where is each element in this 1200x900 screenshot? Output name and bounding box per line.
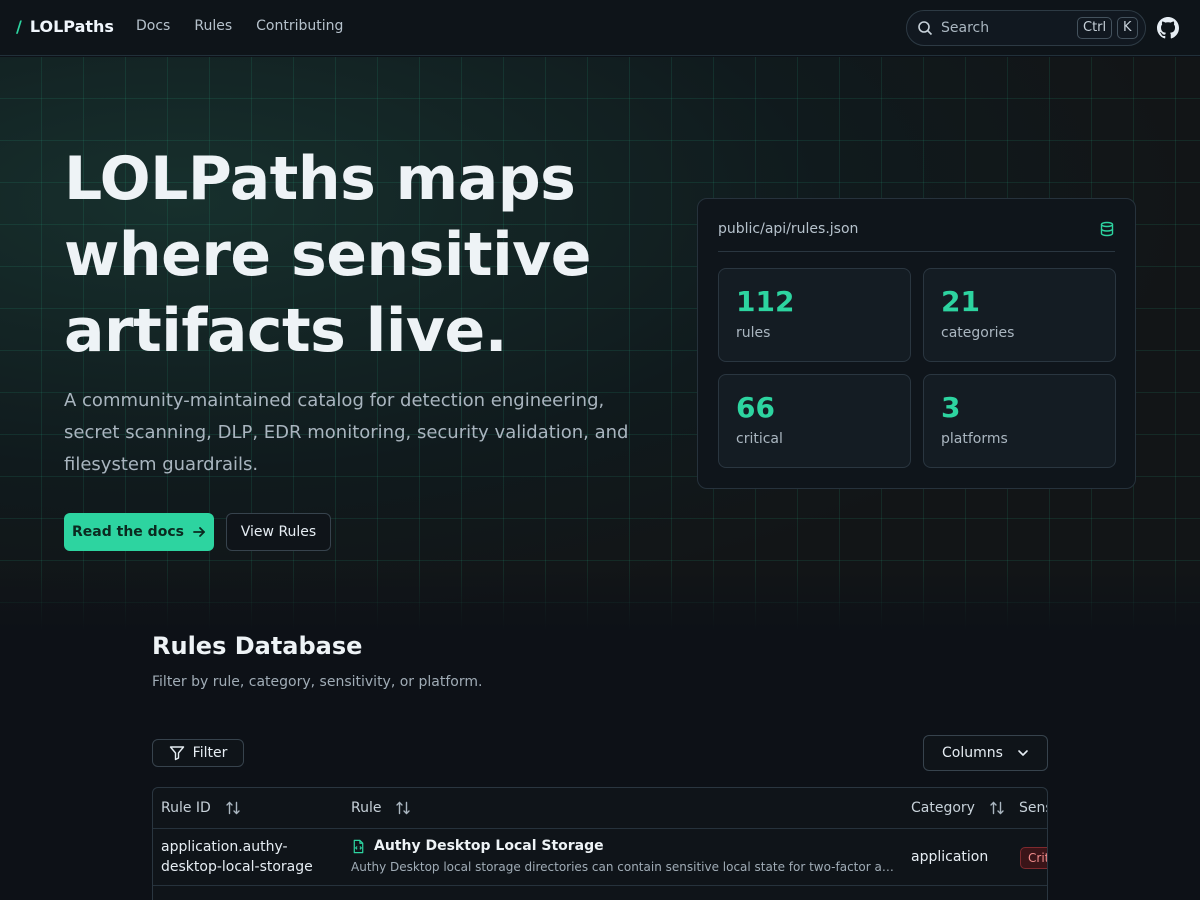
header-label: Category — [911, 800, 975, 816]
kbd-k: K — [1117, 17, 1138, 39]
file-code-icon — [353, 839, 364, 853]
header-rule-id[interactable]: Rule ID — [161, 800, 241, 816]
sort-icon — [396, 801, 411, 815]
api-path: public/api/rules.json — [718, 221, 859, 237]
table-header-row: Rule ID Rule Category Sens — [153, 788, 1047, 829]
brand-slash: / — [16, 17, 22, 36]
database-icon — [1100, 221, 1114, 237]
search-label: Search — [941, 20, 990, 36]
rule-name[interactable]: Authy Desktop Local Storage — [351, 838, 899, 854]
table-row[interactable]: application.authy-desktop-local-storage … — [153, 829, 1047, 886]
filter-button[interactable]: Filter — [152, 739, 244, 767]
rule-description: Authy Desktop local storage directories … — [351, 860, 897, 874]
stat-rules: 112 rules — [718, 268, 911, 362]
filter-icon — [169, 746, 184, 761]
rule-cell: Authy Desktop Local Storage Authy Deskto… — [351, 838, 899, 874]
header-category[interactable]: Category — [911, 800, 1005, 816]
table-row[interactable] — [153, 886, 1047, 900]
header-rule[interactable]: Rule — [351, 800, 411, 816]
stat-label: critical — [736, 431, 783, 447]
columns-label: Columns — [942, 745, 1003, 761]
view-rules-button[interactable]: View Rules — [226, 513, 331, 551]
brand-link[interactable]: / LOLPaths — [16, 17, 114, 36]
stat-value: 66 — [736, 391, 775, 424]
chevron-down-icon — [1018, 750, 1028, 756]
stat-value: 112 — [736, 285, 795, 318]
stat-value: 3 — [941, 391, 961, 424]
stat-label: platforms — [941, 431, 1008, 447]
rules-title: Rules Database — [152, 632, 363, 660]
filter-label: Filter — [192, 745, 228, 761]
arrow-right-icon — [193, 527, 205, 537]
rules-table: Rule ID Rule Category Sens application.a — [152, 787, 1048, 900]
header-sensitivity[interactable]: Sens — [1019, 800, 1047, 816]
sensitivity-badge: Crit — [1020, 847, 1047, 869]
sort-icon — [990, 801, 1004, 815]
brand-name: LOLPaths — [29, 17, 114, 36]
rule-name-text: Authy Desktop Local Storage — [374, 838, 604, 854]
hero-section: LOLPaths maps where sensitive artifacts … — [0, 57, 1200, 630]
header-label: Rule — [351, 800, 382, 816]
category-cell: application — [911, 849, 989, 865]
search-icon — [918, 21, 933, 36]
sort-icon — [226, 801, 240, 815]
rules-subtitle: Filter by rule, category, sensitivity, o… — [152, 674, 483, 690]
read-docs-label: Read the docs — [72, 524, 184, 540]
nav-rules[interactable]: Rules — [194, 18, 232, 34]
stat-categories: 21 categories — [923, 268, 1116, 362]
search-button[interactable]: Search Ctrl K — [906, 10, 1146, 46]
kbd-ctrl: Ctrl — [1077, 17, 1113, 39]
columns-button[interactable]: Columns — [923, 735, 1048, 771]
nav-docs[interactable]: Docs — [136, 18, 170, 34]
nav-contributing[interactable]: Contributing — [256, 18, 343, 34]
stat-value: 21 — [941, 285, 980, 318]
main-nav: Docs Rules Contributing — [136, 18, 343, 34]
stat-critical: 66 critical — [718, 374, 911, 468]
stats-divider — [718, 251, 1115, 252]
hero-subtitle: A community-maintained catalog for detec… — [64, 390, 629, 475]
top-navbar: / LOLPaths Docs Rules Contributing Searc… — [0, 0, 1200, 56]
header-label: Sens — [1019, 800, 1047, 816]
header-label: Rule ID — [161, 800, 211, 816]
stat-label: categories — [941, 325, 1015, 341]
rule-id-cell: application.authy-desktop-local-storage — [161, 839, 313, 875]
stats-card: public/api/rules.json 112 rules 21 categ… — [697, 198, 1136, 489]
read-docs-button[interactable]: Read the docs — [64, 513, 214, 551]
stat-label: rules — [736, 325, 771, 341]
stat-platforms: 3 platforms — [923, 374, 1116, 468]
hero-title: LOLPaths maps where sensitive artifacts … — [64, 144, 591, 366]
github-icon[interactable] — [1157, 17, 1179, 39]
